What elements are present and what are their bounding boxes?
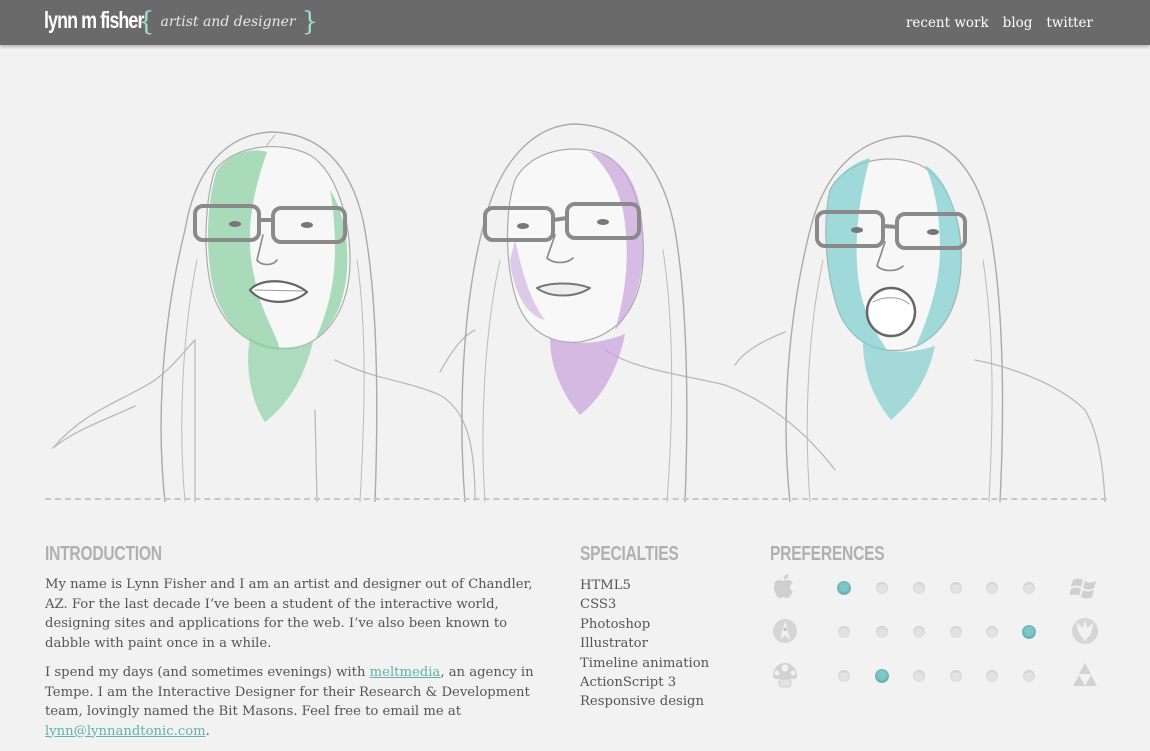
preference-option[interactable] [950,670,962,682]
preference-row [770,616,1110,650]
preference-option[interactable] [950,582,962,594]
intro-paragraph-1: My name is Lynn Fisher and I am an artis… [45,577,533,651]
portrait-1 [160,131,378,502]
starfleet-icon [773,619,797,643]
apple-icon [774,574,793,598]
brace-open: { [138,7,155,37]
intro-p2-end: . [205,723,210,739]
preference-option[interactable] [986,582,998,594]
preference-option[interactable] [1023,626,1035,638]
preference-option[interactable] [876,582,888,594]
preference-row [770,660,1110,694]
specialty-item: Responsive design [580,694,704,710]
specialty-item: Photoshop [580,616,651,632]
preferences-heading: PREFERENCES [770,543,885,565]
meltmedia-link[interactable]: meltmedia [370,665,441,680]
section-divider [45,498,1107,500]
main-nav: recent work blog twitter [906,15,1093,31]
nav-recent-work[interactable]: recent work [906,15,989,31]
nav-blog[interactable]: blog [1003,15,1033,31]
windows-icon [1070,578,1096,599]
site-logo[interactable]: lynn m fisher [44,7,144,34]
tagline: { artist and designer } [138,9,318,35]
preference-option[interactable] [1023,670,1035,682]
preference-option[interactable] [1023,582,1035,594]
triforce-icon [1073,663,1097,686]
preference-option[interactable] [876,670,888,682]
mushroom-icon [773,663,797,688]
email-link[interactable]: lynn@lynnandtonic.com [45,724,206,739]
portrait-3 [785,135,1004,502]
specialties-list: HTML5 CSS3 Photoshop Illustrator Timelin… [580,576,709,712]
top-bar: lynn m fisher { artist and designer } re… [0,0,1150,45]
preference-row [770,572,1110,606]
preference-option[interactable] [986,626,998,638]
preference-option[interactable] [913,582,925,594]
preference-option[interactable] [913,670,925,682]
specialty-item: Illustrator [580,636,648,652]
preference-option[interactable] [838,670,850,682]
specialty-item: CSS3 [580,597,617,613]
specialties-heading: SPECIALTIES [580,543,679,565]
preference-option[interactable] [913,626,925,638]
specialty-item: ActionScript 3 [580,675,677,691]
intro-p2-text: I spend my days (and sometimes evenings)… [45,665,370,680]
intro-paragraph-2: I spend my days (and sometimes evenings)… [45,663,535,741]
specialty-item: Timeline animation [580,655,710,671]
preference-option[interactable] [838,626,850,638]
rebel-alliance-icon [1072,618,1098,644]
preference-option[interactable] [838,582,850,594]
specialty-item: HTML5 [580,578,631,593]
tagline-text: artist and designer [160,14,296,30]
portrait-2 [461,123,688,502]
preference-option[interactable] [950,626,962,638]
portrait-illustration [52,123,1106,502]
brace-close: } [301,7,319,37]
intro-text: My name is Lynn Fisher and I am an artis… [45,575,535,751]
preference-option[interactable] [876,626,888,638]
nav-twitter[interactable]: twitter [1046,15,1093,31]
preference-option[interactable] [986,670,998,682]
intro-heading: INTRODUCTION [45,543,162,565]
